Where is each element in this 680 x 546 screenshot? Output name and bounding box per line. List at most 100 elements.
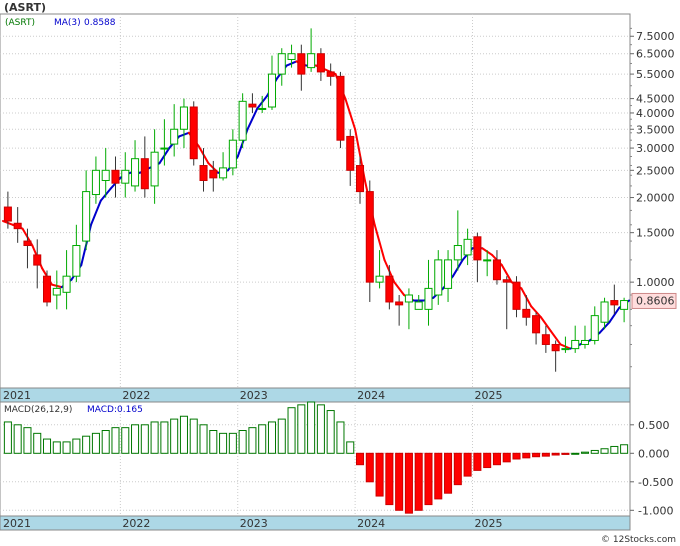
candle-up — [414, 301, 423, 310]
macd-tick-label: 0.000 — [638, 447, 670, 460]
candle-up — [307, 53, 316, 69]
price-x-label: 2024 — [357, 389, 385, 402]
price-tick-label: 4.5000 — [636, 93, 675, 106]
macd-bar-positive — [209, 430, 218, 454]
macd-x-label: 2022 — [122, 517, 150, 530]
macd-bar-positive — [42, 438, 52, 454]
macd-bar-positive — [140, 424, 149, 454]
macd-legend-name: MACD:0.165 — [87, 405, 143, 415]
macd-bar-positive — [610, 445, 619, 454]
candle-down — [551, 343, 560, 352]
macd-bar-positive — [277, 418, 286, 454]
macd-bar-positive — [248, 427, 257, 454]
macd-bar-negative — [463, 452, 472, 477]
price-x-label: 2025 — [475, 389, 503, 402]
candle-down — [111, 169, 120, 184]
macd-x-label: 2025 — [475, 517, 503, 530]
candle-down — [492, 259, 501, 281]
candle-down — [326, 71, 335, 77]
price-x-axis-band — [0, 387, 631, 403]
macd-bar-positive — [3, 421, 12, 454]
candle-up — [62, 275, 71, 293]
candle-up — [52, 287, 61, 296]
candle-up — [150, 151, 159, 187]
macd-bar-positive — [101, 430, 110, 454]
candle-up — [131, 158, 140, 187]
last-price-badge: 0.8606 — [631, 292, 677, 309]
macd-bar-negative — [365, 452, 374, 483]
price-tick-label: 1.5000 — [636, 227, 675, 240]
candle-up — [91, 169, 100, 196]
price-tick-label: 5.5000 — [636, 68, 675, 81]
macd-bar-negative — [434, 452, 443, 500]
macd-bar-positive — [571, 452, 580, 455]
candle-up — [571, 339, 580, 350]
macd-bar-positive — [590, 449, 599, 454]
macd-bar-positive — [620, 444, 629, 454]
macd-bar-negative — [561, 452, 570, 455]
macd-bar-negative — [453, 452, 462, 486]
macd-bar-positive — [336, 421, 345, 454]
price-y-axis: 7.5000 6.5000 5.5000 4.50004.0000 3.5000 3.00… — [630, 27, 675, 368]
candle-up — [121, 169, 130, 184]
macd-bar-negative — [385, 452, 394, 506]
macd-bar-negative — [522, 452, 531, 459]
candle-up — [561, 348, 570, 351]
macd-x-label: 2021 — [3, 517, 31, 530]
ma-legend-value: 0.8588 — [84, 18, 116, 28]
macd-bar-negative — [512, 452, 521, 460]
candle-down — [336, 75, 345, 141]
candle-down — [473, 236, 482, 261]
price-x-label: 2022 — [122, 389, 150, 402]
macd-bar-negative — [395, 452, 404, 511]
ma-legend-label: MA(3) — [54, 18, 81, 28]
candle-up — [179, 106, 188, 130]
macd-bar-positive — [160, 421, 169, 454]
macd-bar-positive — [258, 424, 267, 454]
candle-down — [42, 275, 52, 303]
price-tick-label: 3.0000 — [636, 142, 675, 155]
ticker-legend: (ASRT) — [5, 18, 35, 28]
candle-down — [385, 275, 394, 303]
price-x-label: 2023 — [240, 389, 268, 402]
macd-bar-negative — [551, 452, 560, 456]
candle-up — [453, 245, 462, 261]
macd-bar-positive — [72, 438, 81, 454]
macd-bar-negative — [414, 452, 423, 511]
macd-bar-positive — [307, 401, 316, 454]
macd-bar-positive — [150, 421, 159, 454]
price-tick-label: 3.5000 — [636, 123, 675, 136]
macd-bar-negative — [375, 452, 384, 497]
candle-up — [228, 139, 237, 169]
macd-x-label: 2023 — [240, 517, 268, 530]
macd-bar-positive — [62, 441, 71, 454]
stock-chart: 7.5000 6.5000 5.5000 4.50004.0000 3.5000 3.00… — [0, 1, 677, 545]
candle-up — [277, 53, 286, 75]
price-tick-label: 7.5000 — [636, 30, 675, 43]
candle-down — [512, 281, 521, 310]
price-tick-label: 6.5000 — [636, 48, 675, 61]
macd-bar-positive — [23, 427, 32, 454]
macd-y-axis: 0.500 0.000 -0.500 -1.000 — [630, 419, 673, 517]
macd-tick-label: -0.500 — [638, 476, 673, 489]
macd-bar-positive — [297, 404, 306, 454]
candle-down — [3, 206, 12, 222]
candle-up — [238, 100, 247, 141]
candle-down — [140, 158, 149, 190]
ma-legend: MA(3) 0.8588 — [54, 18, 116, 28]
macd-bar-negative — [483, 452, 492, 469]
macd-bar-positive — [199, 424, 208, 454]
macd-bar-positive — [82, 435, 91, 454]
candle-up — [72, 245, 81, 277]
candle-up — [82, 191, 91, 242]
candle-up — [404, 294, 413, 303]
candle-up — [424, 287, 433, 310]
candle-down — [248, 103, 257, 108]
candle-down — [297, 53, 306, 75]
macd-bar-positive — [189, 418, 198, 454]
macd-bar-positive — [346, 441, 355, 454]
macd-panel: 0.500 0.000 -0.500 -1.000 2021 2022 2023 2024 2… — [0, 401, 673, 531]
candle-down — [502, 279, 511, 283]
candle-up — [463, 238, 472, 256]
candle-down — [610, 300, 619, 306]
